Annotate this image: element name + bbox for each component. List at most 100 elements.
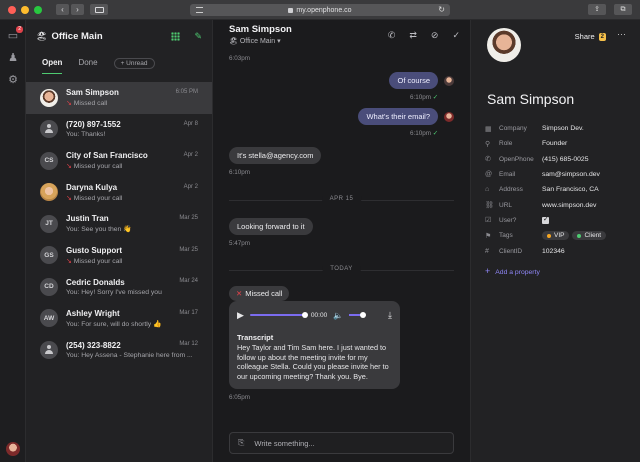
phone-icon[interactable]: ✆	[388, 30, 396, 41]
conversation-preview: ↘ Missed call	[66, 100, 108, 108]
back-button[interactable]: ‹	[56, 4, 69, 15]
message-bubble[interactable]: It's stella@agency.com	[229, 147, 322, 164]
nav-rail: ▭ 2 ♟ ⚙	[0, 20, 26, 462]
property-value[interactable]: (415) 685-0025	[542, 156, 588, 163]
property-row[interactable]: ⚲ Role Founder	[485, 136, 630, 151]
chat-header: Sam Simpson 🏖 Office Main ▾ ✆ ⇄ ⊘ ✓	[213, 20, 470, 52]
chevron-down-icon: ▾	[277, 38, 281, 45]
message-timestamp: 5:47pm	[229, 240, 251, 247]
conversation-list-panel: 🏖 Office Main ✎ Open Done + Unread Sam S…	[26, 20, 213, 462]
share-page-button[interactable]: ⇪	[588, 4, 606, 15]
inbox-title[interactable]: Office Main	[51, 31, 102, 42]
property-row[interactable]: ⚑ Tags VIP Client	[485, 228, 630, 243]
audio-progress-slider[interactable]	[249, 311, 308, 318]
tag-chip[interactable]: VIP	[542, 231, 570, 241]
contact-name[interactable]: Sam Simpson	[487, 91, 574, 107]
message-bubble[interactable]: Looking forward to it	[229, 218, 313, 235]
conversation-item[interactable]: (254) 323-8822 You: Hey Assena - Stephan…	[26, 334, 212, 366]
tab-done[interactable]: Done	[78, 52, 97, 74]
close-window-button[interactable]	[8, 5, 16, 14]
inbox-nav-button[interactable]: ▭ 2	[0, 24, 26, 46]
dialpad-icon[interactable]	[171, 31, 181, 41]
property-key: Company	[499, 125, 527, 133]
message-timestamp: 6:10pm ✓	[409, 94, 438, 101]
date-divider: APR 15	[229, 196, 454, 202]
transfer-icon[interactable]: ⇄	[409, 30, 417, 41]
conversation-item[interactable]: Sam Simpson ↘ Missed call 6:05 PM	[26, 82, 212, 114]
share-count-badge: 2	[598, 32, 606, 41]
attachment-icon[interactable]: ⎘	[238, 438, 244, 448]
gear-icon: ⚙	[8, 73, 18, 86]
property-value[interactable]: www.simpson.dev	[542, 202, 596, 209]
inbox-emoji: 🏖	[229, 38, 238, 45]
forward-button[interactable]: ›	[71, 4, 84, 15]
missed-call-icon: ↘	[66, 194, 72, 202]
sidebar-toggle-button[interactable]	[90, 4, 108, 15]
property-row[interactable]: ☑ User? ✓	[485, 213, 630, 228]
share-contact-button[interactable]: Share 2	[575, 32, 606, 41]
property-value[interactable]: sam@simpson.dev	[542, 171, 600, 178]
user-checkbox[interactable]: ✓	[542, 216, 549, 224]
tag-color-dot	[547, 233, 551, 238]
tag-chip[interactable]: Client	[572, 231, 607, 241]
add-property-button[interactable]: + Add a property	[485, 266, 545, 276]
conversation-item[interactable]: CD Cedric Donalds You: Hey! Sorry I've m…	[26, 271, 212, 303]
message-timestamp: 6:05pm	[229, 394, 251, 401]
download-icon[interactable]: ⤓	[388, 310, 392, 321]
conversation-item[interactable]: CS City of San Francisco ↘ Missed your ca…	[26, 145, 212, 177]
minimize-window-button[interactable]	[21, 5, 29, 14]
play-icon[interactable]: ▶	[237, 310, 244, 321]
property-row[interactable]: ▦ Company Simpson Dev.	[485, 121, 630, 136]
contacts-nav-button[interactable]: ♟	[0, 46, 26, 68]
property-row[interactable]: # ClientID 102346	[485, 243, 630, 258]
volume-icon[interactable]: 🔈	[333, 311, 343, 320]
message-bubble[interactable]: What's their email?	[358, 108, 438, 125]
window-controls	[8, 5, 42, 14]
property-icon: ⚲	[485, 140, 491, 148]
message-bubble[interactable]: Of course	[389, 72, 438, 89]
zoom-window-button[interactable]	[34, 5, 42, 14]
check-icon: ✓	[432, 94, 438, 101]
address-bar[interactable]: my.openphone.co ↻	[190, 4, 450, 16]
conversation-item[interactable]: Daryna Kulya ↘ Missed your call Apr 2	[26, 177, 212, 209]
property-value[interactable]: San Francisco, CA	[542, 186, 599, 193]
unread-filter-button[interactable]: + Unread	[113, 57, 155, 69]
reader-icon[interactable]	[196, 7, 203, 13]
property-key: Tags	[499, 232, 513, 240]
tab-open[interactable]: Open	[42, 52, 63, 74]
property-row[interactable]: ⛓ URL www.simpson.dev	[485, 197, 630, 212]
mark-done-icon[interactable]: ✓	[452, 30, 460, 41]
message-input[interactable]	[254, 438, 445, 448]
app-window: ▭ 2 ♟ ⚙ 🏖 Office Main ✎ Open Done + Unre…	[0, 20, 640, 462]
date-divider: TODAY	[229, 266, 454, 272]
property-row[interactable]: ✆ OpenPhone (415) 685-0025	[485, 152, 630, 167]
property-icon: ✆	[485, 156, 491, 164]
compose-icon[interactable]: ✎	[194, 31, 202, 42]
conversation-item[interactable]: JT Justin Tran You: See you then 👋 Mar 2…	[26, 208, 212, 240]
property-value[interactable]: Founder	[542, 140, 567, 147]
property-row[interactable]: ⌂ Address San Francisco, CA	[485, 182, 630, 197]
conversation-item[interactable]: AW Ashley Wright You: For sure, will do …	[26, 303, 212, 335]
property-row[interactable]: @ Email sam@simpson.dev	[485, 167, 630, 182]
user-avatar[interactable]	[6, 442, 20, 456]
conversation-preview: You: See you then 👋	[66, 226, 132, 234]
sender-avatar	[444, 112, 454, 122]
conversation-item[interactable]: (720) 897-1552 You: Thanks! Apr 8	[26, 114, 212, 146]
browser-toolbar: ‹ › my.openphone.co ↻ ⇪ ⧉	[0, 0, 640, 20]
block-icon[interactable]: ⊘	[431, 30, 439, 41]
conversation-preview: You: Thanks!	[66, 131, 106, 139]
missed-call-icon: ↘	[66, 100, 72, 108]
message-composer: ⎘	[229, 432, 454, 454]
property-value[interactable]: Simpson Dev.	[542, 125, 584, 132]
contact-avatar: GS	[40, 246, 58, 265]
reload-icon[interactable]: ↻	[438, 5, 445, 14]
conversation-item[interactable]: GS Gusto Support ↘ Missed your call Mar 2…	[26, 240, 212, 272]
url-text: my.openphone.co	[296, 6, 352, 14]
more-options-icon[interactable]: ···	[617, 29, 626, 39]
conversation-time: Mar 17	[179, 309, 198, 316]
property-icon: ⌂	[485, 186, 490, 194]
settings-nav-button[interactable]: ⚙	[0, 68, 26, 90]
tabs-overview-button[interactable]: ⧉	[614, 4, 632, 15]
property-value[interactable]: 102346	[542, 248, 565, 255]
volume-slider[interactable]	[349, 311, 367, 318]
